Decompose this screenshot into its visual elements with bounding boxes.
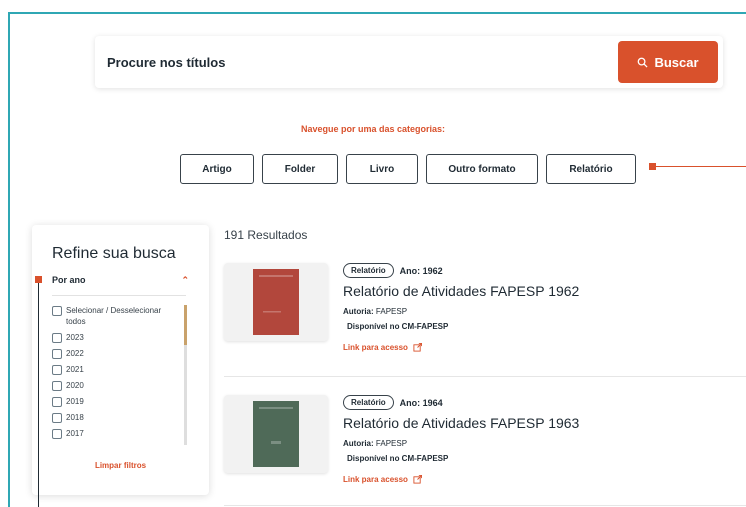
result-thumbnail[interactable] [224, 263, 328, 341]
category-artigo-button[interactable]: Artigo [180, 154, 254, 184]
checkbox[interactable] [52, 333, 62, 343]
option-2017[interactable]: 2017 [52, 428, 182, 439]
chevron-up-icon: ⌃ [181, 275, 189, 285]
checkbox[interactable] [52, 365, 62, 375]
external-link-icon [413, 475, 422, 484]
filter-sidebar: Refine sua busca Por ano ⌃ Selecionar / … [32, 225, 209, 495]
author-label: Autoria: [343, 439, 374, 448]
type-badge: Relatório [343, 395, 394, 410]
sidebar-title: Refine sua busca [52, 245, 176, 262]
option-2018[interactable]: 2018 [52, 412, 182, 423]
result-meta: Relatório Ano: 1962 [343, 263, 443, 278]
checkbox[interactable] [52, 306, 62, 316]
option-label: 2021 [66, 365, 84, 374]
result-author: Autoria: FAPESP [343, 439, 407, 448]
checkbox[interactable] [52, 413, 62, 423]
result-author: Autoria: FAPESP [343, 307, 407, 316]
book-cover-image [253, 401, 299, 467]
annotation-line [38, 279, 39, 507]
option-2020[interactable]: 2020 [52, 380, 182, 391]
annotation-line [652, 166, 746, 167]
search-bar: Procure nos títulos Buscar [95, 36, 723, 88]
result-title[interactable]: Relatório de Atividades FAPESP 1963 [343, 415, 579, 431]
option-2019[interactable]: 2019 [52, 396, 182, 407]
divider [224, 505, 746, 506]
author-label: Autoria: [343, 307, 374, 316]
access-link[interactable]: Link para acesso [343, 343, 422, 352]
external-link-icon [413, 343, 422, 352]
option-select-all[interactable]: Selecionar / Desselecionar todos [52, 305, 182, 327]
checkbox[interactable] [52, 397, 62, 407]
category-relatorio-button[interactable]: Relatório [546, 154, 636, 184]
book-cover-image [253, 269, 299, 335]
option-label: 2017 [66, 429, 84, 438]
annotation-marker [35, 276, 42, 283]
option-2023[interactable]: 2023 [52, 332, 182, 343]
checkbox[interactable] [52, 349, 62, 359]
search-button-label: Buscar [654, 54, 699, 70]
availability-text: Disponível no CM-FAPESP [347, 454, 449, 463]
access-link[interactable]: Link para acesso [343, 475, 422, 484]
option-label: 2020 [66, 381, 84, 390]
year-label: Ano: 1962 [399, 265, 443, 276]
access-link-label: Link para acesso [343, 475, 408, 484]
annotation-marker [649, 163, 656, 170]
filter-year-toggle[interactable]: Por ano ⌃ [52, 275, 189, 286]
divider [52, 295, 186, 296]
option-label: 2022 [66, 349, 84, 358]
author-value: FAPESP [375, 307, 408, 316]
divider [224, 376, 746, 377]
result-title[interactable]: Relatório de Atividades FAPESP 1962 [343, 283, 579, 299]
option-label: 2018 [66, 413, 84, 422]
checkbox[interactable] [52, 429, 62, 439]
year-label: Ano: 1964 [399, 397, 443, 408]
checkbox[interactable] [52, 381, 62, 391]
result-meta: Relatório Ano: 1964 [343, 395, 443, 410]
scrollbar-thumb[interactable] [184, 305, 187, 345]
search-icon [638, 57, 648, 68]
option-2022[interactable]: 2022 [52, 348, 182, 359]
author-value: FAPESP [375, 439, 408, 448]
access-link-label: Link para acesso [343, 343, 408, 352]
type-badge: Relatório [343, 263, 394, 278]
filter-year-label: Por ano [52, 275, 86, 285]
year-option-list: Selecionar / Desselecionar todos 2023 20… [52, 305, 182, 445]
category-folder-button[interactable]: Folder [262, 154, 338, 184]
clear-filters-link[interactable]: Limpar filtros [32, 461, 209, 470]
categories-title: Navegue por uma das categorias: [300, 124, 446, 134]
result-thumbnail[interactable] [224, 395, 328, 473]
option-label: 2023 [66, 333, 84, 342]
category-outro-formato-button[interactable]: Outro formato [426, 154, 538, 184]
availability-text: Disponível no CM-FAPESP [347, 322, 449, 331]
results-count: 191 Resultados [224, 228, 308, 242]
category-buttons: Artigo Folder Livro Outro formato Relató… [180, 154, 636, 184]
search-button[interactable]: Buscar [618, 41, 718, 83]
option-label: Selecionar / Desselecionar todos [66, 306, 162, 326]
category-livro-button[interactable]: Livro [346, 154, 418, 184]
option-label: 2019 [66, 397, 84, 406]
search-input[interactable]: Procure nos títulos [107, 55, 225, 70]
option-2021[interactable]: 2021 [52, 364, 182, 375]
